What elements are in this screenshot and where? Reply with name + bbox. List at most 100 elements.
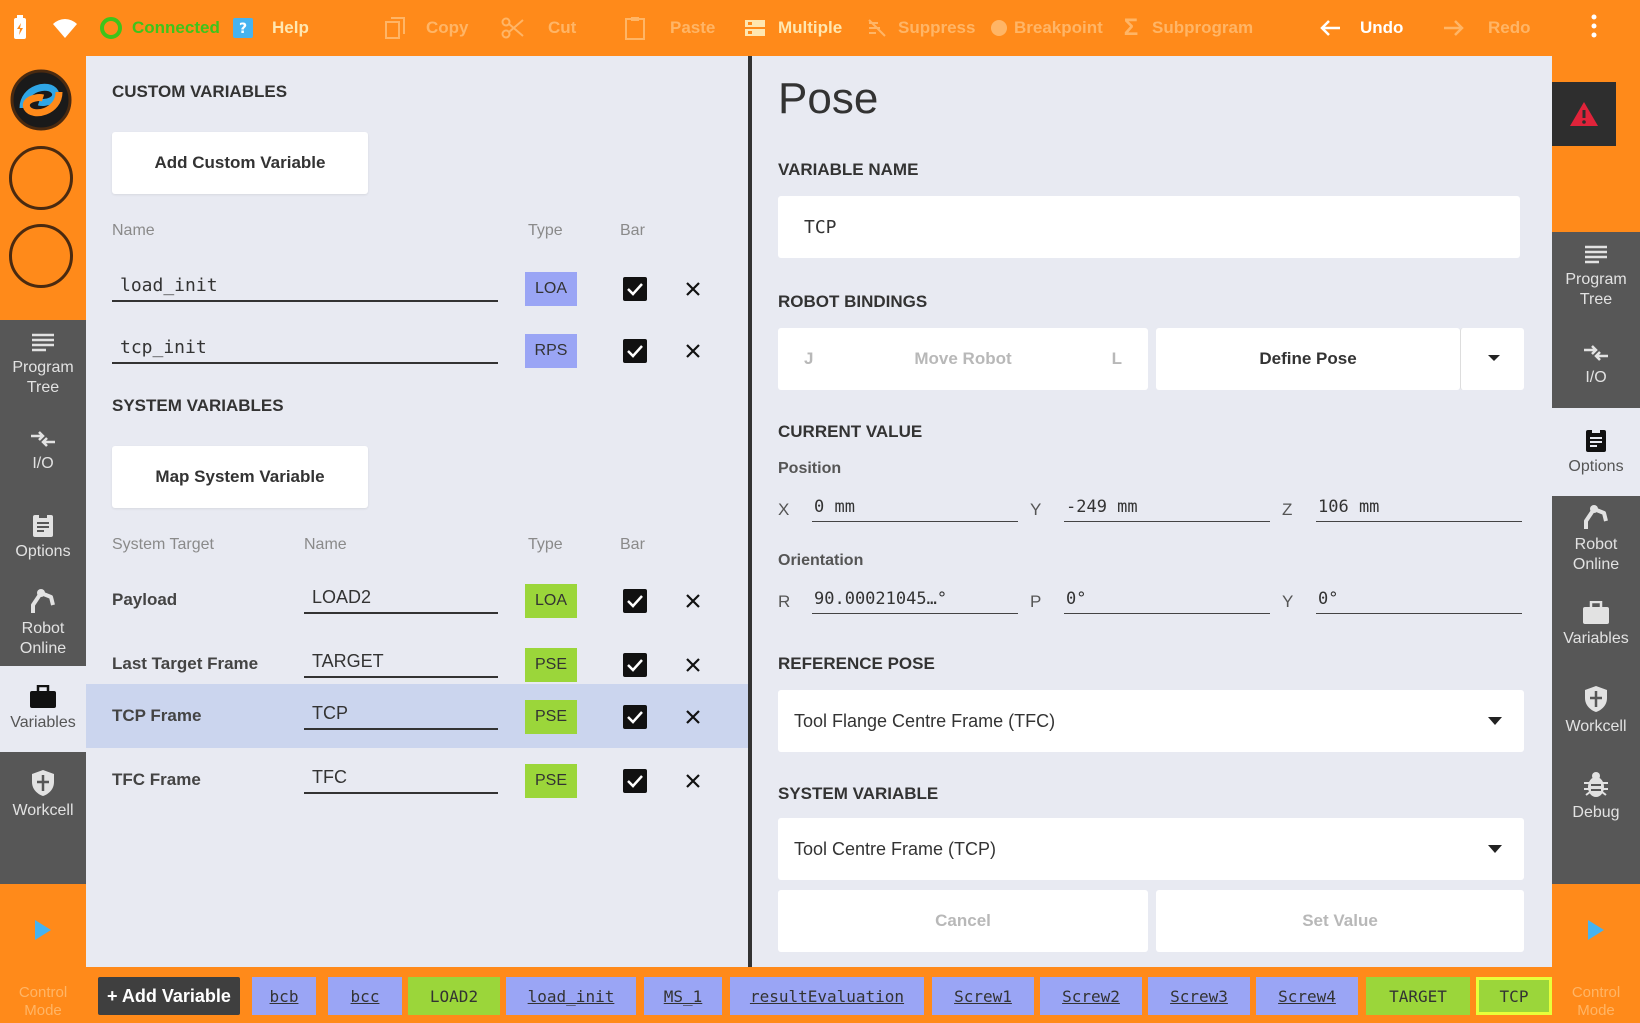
checkmark-icon <box>627 711 643 724</box>
bar-checkbox[interactable] <box>623 653 647 677</box>
define-pose-dropdown-button[interactable] <box>1460 328 1524 390</box>
right-nav-debug[interactable]: Debug <box>1552 754 1640 840</box>
connected-status[interactable]: Connected <box>98 0 220 56</box>
system-variable-select[interactable]: Tool Centre Frame (TCP) <box>778 818 1524 880</box>
undo-button[interactable]: Undo <box>1318 0 1403 56</box>
add-custom-variable-button[interactable]: Add Custom Variable <box>112 132 368 194</box>
subprogram-button[interactable]: Σ Subprogram <box>1118 0 1253 56</box>
reference-pose-select[interactable]: Tool Flange Centre Frame (TFC) <box>778 690 1524 752</box>
variable-chip[interactable]: resultEvaluation <box>730 977 924 1015</box>
system-variable-name-field[interactable]: LOAD2 <box>304 580 498 614</box>
bar-checkbox[interactable] <box>623 705 647 729</box>
add-variable-button[interactable]: + Add Variable <box>98 977 240 1015</box>
right-nav-workcell[interactable]: Workcell <box>1552 668 1640 754</box>
cut-button[interactable]: Cut <box>500 0 576 56</box>
suppress-button[interactable]: Suppress <box>864 0 975 56</box>
multiple-button[interactable]: Multiple <box>742 0 842 56</box>
position-z-field[interactable]: 106 mm <box>1316 492 1522 522</box>
variable-chip[interactable]: TARGET <box>1366 977 1470 1015</box>
system-variable-row[interactable]: Payload LOAD2 LOA <box>86 568 750 632</box>
define-pose-button[interactable]: Define Pose <box>1156 328 1460 390</box>
map-system-variable-button[interactable]: Map System Variable <box>112 446 368 508</box>
left-nav-workcell[interactable]: Workcell <box>0 752 86 838</box>
variables-panel: CUSTOM VARIABLES Add Custom Variable Nam… <box>86 56 750 967</box>
suppress-icon <box>864 15 890 41</box>
delete-variable-button[interactable] <box>681 653 705 677</box>
variable-chip[interactable]: Screw1 <box>932 977 1034 1015</box>
status-circle-2[interactable] <box>9 224 73 288</box>
left-nav-robot-online[interactable]: Robot Online <box>0 580 86 666</box>
close-icon <box>686 658 700 672</box>
warning-button[interactable] <box>1552 82 1616 146</box>
system-variable-name-field[interactable]: TCP <box>304 696 498 730</box>
left-nav-label: Program Tree <box>12 359 74 396</box>
left-nav-variables[interactable]: Variables <box>0 666 86 752</box>
left-nav-io[interactable]: I/O <box>0 408 86 494</box>
delete-variable-button[interactable] <box>681 705 705 729</box>
cancel-button[interactable]: Cancel <box>778 890 1148 952</box>
breakpoint-button[interactable]: Breakpoint <box>986 0 1103 56</box>
custom-variable-name-field[interactable]: load_init <box>112 268 498 302</box>
help-button[interactable]: ? Help <box>230 0 309 56</box>
control-mode-label: Control Mode <box>18 984 68 1019</box>
kebab-menu-icon <box>1590 13 1598 44</box>
custom-variable-row: tcp_init RPS <box>86 320 750 384</box>
right-nav-variables[interactable]: Variables <box>1552 582 1640 668</box>
delete-variable-button[interactable] <box>681 339 705 363</box>
right-nav-program-tree[interactable]: Program Tree <box>1552 234 1640 320</box>
connected-label: Connected <box>132 18 220 37</box>
move-robot-button[interactable]: J Move Robot L <box>778 328 1148 390</box>
paste-button[interactable]: Paste <box>622 0 715 56</box>
custom-variable-name-field[interactable]: tcp_init <box>112 330 498 364</box>
variable-chip[interactable]: bcc <box>328 977 402 1015</box>
battery-icon <box>10 0 30 56</box>
right-nav-label: Options <box>1568 458 1624 475</box>
right-nav-label: Robot Online <box>1572 536 1620 573</box>
set-value-button[interactable]: Set Value <box>1156 890 1524 952</box>
system-variable-row[interactable]: TFC Frame TFC PSE <box>86 748 750 812</box>
variable-chip[interactable]: MS_1 <box>644 977 722 1015</box>
system-variable-row-selected[interactable]: TCP Frame TCP PSE <box>86 684 750 748</box>
bar-checkbox[interactable] <box>623 277 647 301</box>
left-nav-program-tree[interactable]: Program Tree <box>0 322 86 408</box>
right-nav-io[interactable]: I/O <box>1552 322 1640 408</box>
bar-checkbox[interactable] <box>623 339 647 363</box>
right-nav-robot-online[interactable]: Robot Online <box>1552 496 1640 582</box>
variable-chip[interactable]: load_init <box>506 977 636 1015</box>
play-icon[interactable] <box>33 918 53 947</box>
play-icon[interactable] <box>1586 918 1606 947</box>
multiple-label: Multiple <box>778 18 843 37</box>
left-nav-options[interactable]: Options <box>0 494 86 580</box>
orientation-y-field[interactable]: 0° <box>1316 584 1522 614</box>
copy-button[interactable]: Copy <box>382 0 469 56</box>
status-circle-1[interactable] <box>9 146 73 210</box>
col-header-type: Type <box>528 222 563 239</box>
variable-chip[interactable]: Screw4 <box>1256 977 1358 1015</box>
position-x-field[interactable]: 0 mm <box>812 492 1018 522</box>
system-variable-name-field[interactable]: TFC <box>304 760 498 794</box>
variable-chip[interactable]: LOAD2 <box>408 977 500 1015</box>
variable-chip[interactable]: bcb <box>252 977 316 1015</box>
delete-variable-button[interactable] <box>681 277 705 301</box>
bar-checkbox[interactable] <box>623 589 647 613</box>
variable-type-tag: PSE <box>525 648 577 682</box>
col-header-bar: Bar <box>620 536 645 553</box>
right-nav-options[interactable]: Options <box>1552 408 1640 496</box>
more-menu-button[interactable] <box>1590 0 1598 56</box>
system-variable-name-field[interactable]: TARGET <box>304 644 498 678</box>
redo-button[interactable]: Redo <box>1440 0 1531 56</box>
variable-name-input[interactable]: TCP <box>778 196 1520 258</box>
app-logo-icon[interactable] <box>9 68 73 132</box>
variable-chip-selected[interactable]: TCP <box>1476 977 1552 1015</box>
orientation-r-field[interactable]: 90.00021045…° <box>812 584 1018 614</box>
svg-text:?: ? <box>239 21 247 37</box>
delete-variable-button[interactable] <box>681 769 705 793</box>
delete-variable-button[interactable] <box>681 589 705 613</box>
orientation-p-field[interactable]: 0° <box>1064 584 1270 614</box>
variable-chip[interactable]: Screw2 <box>1040 977 1142 1015</box>
left-nav-label: Variables <box>10 714 76 731</box>
variable-chip[interactable]: Screw3 <box>1148 977 1250 1015</box>
bar-checkbox[interactable] <box>623 769 647 793</box>
right-nav-label: Workcell <box>1565 718 1627 735</box>
position-y-field[interactable]: -249 mm <box>1064 492 1270 522</box>
